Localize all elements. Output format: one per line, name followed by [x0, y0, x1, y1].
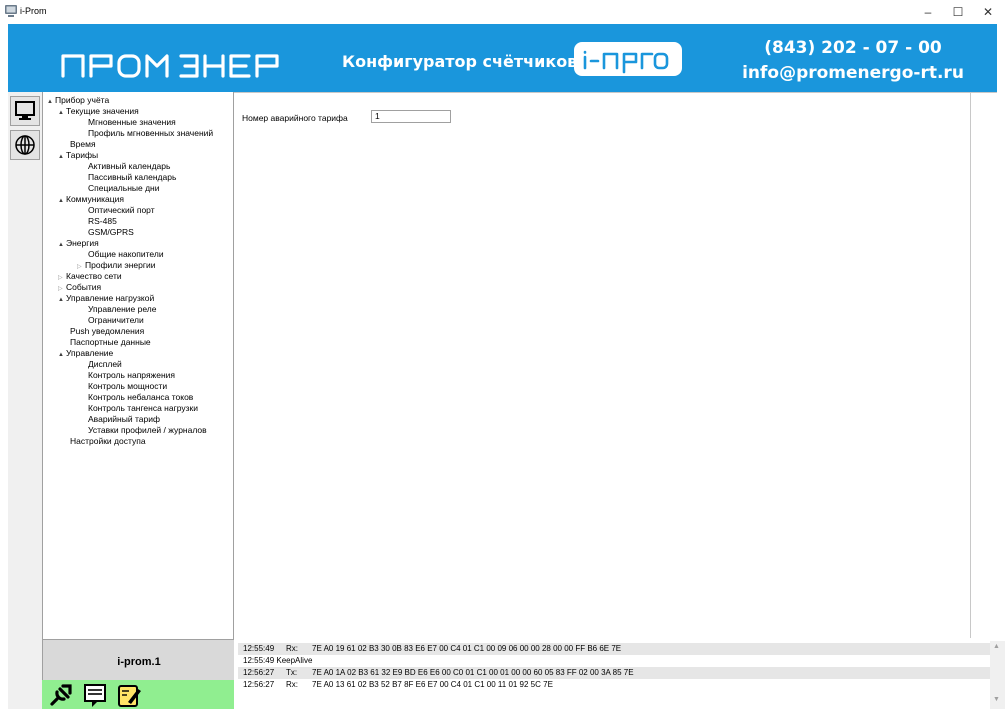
log-row: 12:55:49 Rx: 7E A0 19 61 02 B3 30 0B 83 …: [238, 643, 990, 655]
scroll-up-icon[interactable]: ▲: [993, 643, 1000, 650]
tree-node-voltage-control[interactable]: Контроль напряжения: [88, 370, 175, 380]
tree-node-gsm-gprs[interactable]: GSM/GPRS: [88, 227, 134, 237]
navigation-tree: ▲ Прибор учёта ▲ Текущие значения Мгновенн…: [42, 92, 234, 640]
edit-button[interactable]: [116, 682, 142, 708]
tree-node-profile-settings[interactable]: Уставки профилей / журналов: [88, 425, 207, 435]
tools-strip: [42, 680, 234, 709]
monitor-icon: [15, 101, 35, 120]
tree-node-total-accumulators[interactable]: Общие накопители: [88, 249, 164, 259]
tree-node-push-notifications[interactable]: Push уведомления: [70, 326, 144, 336]
log-row: 12:55:49 KeepAlive: [243, 656, 313, 665]
scroll-down-icon[interactable]: ▼: [993, 696, 1000, 703]
iprom-badge: [574, 42, 682, 76]
tree-node-rs485[interactable]: RS-485: [88, 216, 117, 226]
tree-node-instant-values[interactable]: Мгновенные значения: [88, 117, 176, 127]
iprom-logo: [583, 50, 669, 74]
emergency-tariff-input[interactable]: 1: [371, 110, 451, 123]
network-button[interactable]: [10, 130, 40, 160]
log-scrollbar[interactable]: ▲ ▼: [990, 641, 1005, 709]
contact-email: info@promenergo-rt.ru: [742, 63, 964, 83]
connect-icon: [50, 684, 72, 706]
app-subtitle: Конфигуратор счётчиков: [342, 52, 578, 71]
contact-phone: (843) 202 - 07 - 00: [764, 38, 942, 58]
globe-icon: [15, 135, 35, 155]
emergency-tariff-label: Номер аварийного тарифа: [242, 113, 348, 123]
contact-block: (843) 202 - 07 - 00 info@promenergo-rt.r…: [728, 38, 978, 83]
device-panel: i-prom.1: [42, 640, 234, 680]
tree-node-power-control[interactable]: Контроль мощности: [88, 381, 167, 391]
device-name: i-prom.1: [117, 656, 161, 668]
edit-icon: [118, 685, 141, 707]
tree-node-special-days[interactable]: Специальные дни: [88, 183, 160, 193]
log-row: 12:56:27 Tx: 7E A0 1A 02 B3 61 32 E9 BD …: [238, 667, 990, 679]
close-button[interactable]: ✕: [973, 0, 1003, 24]
tree-node-passive-calendar[interactable]: Пассивный календарь: [88, 172, 176, 182]
tree-node-load-tangent[interactable]: Контроль тангенса нагрузки: [88, 403, 198, 413]
passport-button[interactable]: [82, 682, 108, 708]
tree-node-optical-port[interactable]: Оптический порт: [88, 205, 155, 215]
tree-node-passport-data[interactable]: Паспортные данные: [70, 337, 151, 347]
monitor-button[interactable]: [10, 96, 40, 126]
tree-node-emergency-tariff[interactable]: Аварийный тариф: [88, 414, 160, 424]
header-banner: Конфигуратор счётчиков (843) 202 - 07 - …: [8, 24, 997, 92]
company-logo: [61, 54, 279, 78]
left-toolbar: [8, 92, 42, 709]
content-panel: Номер аварийного тарифа 1: [234, 92, 971, 638]
minimize-button[interactable]: –: [913, 0, 943, 24]
tree-node-current-imbalance[interactable]: Контроль небаланса токов: [88, 392, 193, 402]
connect-button[interactable]: [48, 682, 74, 708]
tree-node-active-calendar[interactable]: Активный календарь: [88, 161, 170, 171]
window-title: i-Prom: [20, 6, 47, 16]
tree-node-display[interactable]: Дисплей: [88, 359, 122, 369]
tree-node-access-settings[interactable]: Настройки доступа: [70, 436, 146, 446]
tree-node-relay-control[interactable]: Управление реле: [88, 304, 156, 314]
tree-node-instant-profile[interactable]: Профиль мгновенных значений: [88, 128, 213, 138]
right-pane: [971, 92, 997, 638]
maximize-button[interactable]: ☐: [943, 0, 973, 24]
card-icon: [84, 684, 106, 707]
app-icon: [5, 5, 17, 17]
title-bar: i-Prom – ☐ ✕: [0, 0, 1005, 24]
tree-node-time[interactable]: Время: [70, 139, 96, 149]
log-panel: 12:55:49 Rx: 7E A0 19 61 02 B3 30 0B 83 …: [238, 641, 990, 709]
tree-node-limiters[interactable]: Ограничители: [88, 315, 144, 325]
log-row: 12:56:27 Rx: 7E A0 13 61 02 B3 52 B7 8F …: [243, 680, 553, 689]
